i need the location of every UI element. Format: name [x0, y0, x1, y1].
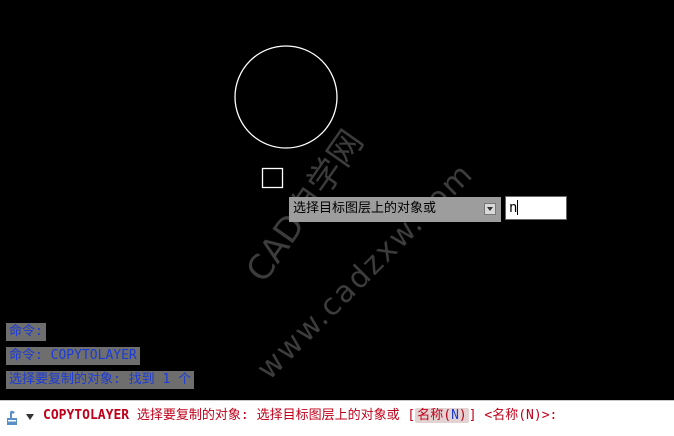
dynamic-prompt-tooltip: 选择目标图层上的对象或 — [289, 197, 501, 222]
command-line[interactable]: COPYTOLAYER 选择要复制的对象: 选择目标图层上的对象或 [名称(N)… — [0, 400, 674, 436]
command-prompt[interactable]: COPYTOLAYER 选择要复制的对象: 选择目标图层上的对象或 [名称(N)… — [43, 401, 557, 431]
command-history: 命令: 命令: COPYTOLAYER 选择要复制的对象: 找到 1 个 — [6, 323, 195, 395]
recent-commands-dropdown-icon[interactable] — [26, 414, 34, 420]
history-line: 命令: COPYTOLAYER — [6, 347, 140, 365]
command-line-icon[interactable] — [4, 409, 20, 427]
dynamic-prompt-text: 选择目标图层上的对象或 — [293, 201, 437, 216]
history-line: 命令: — [6, 323, 46, 341]
text-cursor — [517, 200, 519, 215]
bracket-close: ] — [468, 408, 477, 423]
command-name: COPYTOLAYER — [43, 408, 130, 423]
options-dropdown-icon[interactable] — [484, 203, 496, 215]
prompt-select-target: 选择目标图层上的对象或 — [256, 408, 400, 423]
history-line: 选择要复制的对象: 找到 1 个 — [6, 371, 195, 389]
dynamic-input-value: n — [509, 200, 518, 216]
dynamic-input-field[interactable]: n — [505, 196, 567, 220]
option-key: N — [451, 408, 459, 423]
option-name-button[interactable]: 名称(N) — [415, 408, 469, 423]
pickbox-cursor — [261, 167, 284, 189]
prompt-select-objects: 选择要复制的对象: — [136, 408, 249, 423]
default-option-text: <名称(N)>: — [484, 408, 558, 423]
